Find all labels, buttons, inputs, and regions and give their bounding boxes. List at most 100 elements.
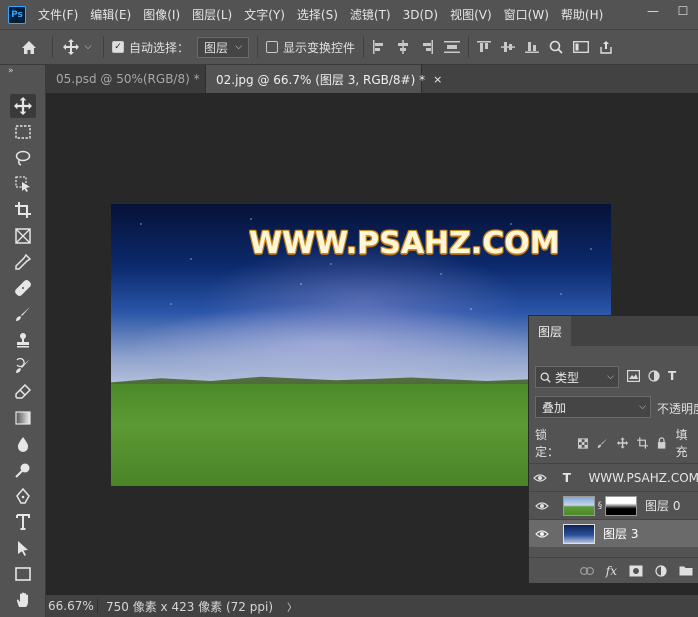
move-tool-icon[interactable] bbox=[61, 39, 81, 55]
minimize-button[interactable]: — bbox=[638, 0, 668, 22]
hand-tool[interactable] bbox=[10, 588, 36, 612]
blend-mode-dropdown[interactable]: 叠加 ⌵ bbox=[535, 396, 651, 418]
pen-tool[interactable] bbox=[10, 484, 36, 508]
menu-layer[interactable]: 图层(L) bbox=[192, 6, 232, 23]
tab-02-jpg[interactable]: 02.jpg @ 66.7% (图层 3, RGB/8#) * × bbox=[206, 65, 442, 93]
show-transform-checkbox[interactable] bbox=[266, 41, 279, 53]
menu-window[interactable]: 窗口(W) bbox=[504, 6, 549, 23]
path-select-tool[interactable] bbox=[10, 536, 36, 560]
text-layer-icon: T bbox=[562, 470, 571, 485]
tools-panel: » bbox=[0, 65, 46, 617]
distribute-icon[interactable] bbox=[444, 40, 461, 54]
move-tool[interactable] bbox=[10, 94, 36, 118]
layer-name: 图层 3 bbox=[603, 527, 639, 541]
zoom-level[interactable]: 66.67% bbox=[46, 599, 98, 613]
chevron-right-icon[interactable]: 〉 bbox=[287, 599, 297, 614]
menu-type[interactable]: 文字(Y) bbox=[244, 6, 285, 23]
filter-value: 类型 bbox=[555, 370, 580, 385]
chevron-down-icon[interactable]: ⌵ bbox=[81, 42, 95, 52]
align-middle-icon[interactable] bbox=[501, 40, 516, 54]
eyedropper-tool[interactable] bbox=[10, 250, 36, 274]
align-left-icon[interactable] bbox=[372, 40, 386, 54]
layer-filter-dropdown[interactable]: 类型 ⌵ bbox=[535, 366, 619, 388]
healing-brush-tool[interactable] bbox=[10, 276, 36, 300]
search-icon[interactable] bbox=[549, 40, 563, 54]
marquee-tool[interactable] bbox=[10, 120, 36, 144]
folder-icon[interactable] bbox=[679, 565, 693, 576]
tab-layers[interactable]: 图层 bbox=[529, 316, 572, 346]
align-top-icon[interactable] bbox=[477, 40, 492, 54]
opacity-label: 不透明度 bbox=[657, 402, 698, 416]
lock-pixels-icon[interactable] bbox=[597, 437, 608, 449]
dodge-tool[interactable] bbox=[10, 458, 36, 482]
gradient-tool[interactable] bbox=[10, 406, 36, 430]
marquee-icon bbox=[15, 125, 31, 139]
visibility-eye-icon[interactable] bbox=[529, 501, 555, 511]
menu-select[interactable]: 选择(S) bbox=[297, 6, 338, 23]
add-mask-icon[interactable] bbox=[629, 565, 643, 577]
align-icons-group bbox=[372, 40, 461, 54]
separator bbox=[103, 36, 104, 58]
workspace-icon[interactable] bbox=[573, 40, 589, 54]
photoshop-logo-icon: Ps bbox=[8, 5, 26, 24]
history-brush-tool[interactable] bbox=[10, 354, 36, 378]
rectangle-icon bbox=[15, 567, 31, 581]
eraser-tool[interactable] bbox=[10, 380, 36, 404]
auto-select-dropdown[interactable]: 图层 ⌵ bbox=[197, 36, 250, 58]
align-bottom-icon[interactable] bbox=[525, 40, 540, 54]
lock-artboard-icon[interactable] bbox=[637, 437, 649, 449]
layer-name: WWW.PSAHZ.COM bbox=[588, 470, 698, 485]
maximize-button[interactable]: ☐ bbox=[668, 0, 698, 22]
visibility-eye-icon[interactable] bbox=[529, 529, 555, 539]
history-brush-icon bbox=[16, 358, 30, 373]
home-icon[interactable] bbox=[14, 40, 44, 55]
collapse-icon[interactable]: » bbox=[8, 66, 14, 76]
stamp-icon bbox=[17, 333, 29, 348]
filter-icons-group: T bbox=[627, 369, 676, 383]
menu-help[interactable]: 帮助(H) bbox=[561, 6, 603, 23]
blur-tool[interactable] bbox=[10, 432, 36, 456]
adjustment-filter-icon[interactable] bbox=[648, 370, 660, 382]
share-icon[interactable] bbox=[599, 40, 613, 54]
lock-transparent-icon[interactable] bbox=[577, 437, 588, 449]
brush-tool[interactable] bbox=[10, 302, 36, 326]
menu-image[interactable]: 图像(I) bbox=[143, 6, 180, 23]
link-layers-icon[interactable] bbox=[579, 566, 594, 575]
menu-filter[interactable]: 滤镜(T) bbox=[350, 6, 391, 23]
image-filter-icon[interactable] bbox=[627, 370, 640, 382]
align-center-icon[interactable] bbox=[396, 40, 410, 54]
object-select-tool[interactable] bbox=[10, 172, 36, 196]
auto-select-value: 图层 bbox=[204, 40, 229, 55]
separator bbox=[52, 36, 53, 58]
bandage-icon bbox=[15, 280, 31, 296]
eyedropper-icon bbox=[15, 254, 31, 270]
close-icon[interactable]: × bbox=[433, 73, 442, 86]
blend-mode-value: 叠加 bbox=[542, 400, 567, 415]
type-tool[interactable] bbox=[10, 510, 36, 534]
frame-tool[interactable] bbox=[10, 224, 36, 248]
layer-row-3[interactable]: 图层 3 bbox=[529, 519, 698, 547]
separator bbox=[468, 36, 470, 58]
tab-05-psd[interactable]: 05.psd @ 50%(RGB/8) * × bbox=[46, 65, 217, 93]
type-icon bbox=[16, 514, 30, 530]
layer-thumbnail bbox=[563, 495, 595, 516]
fx-icon[interactable]: fx bbox=[606, 564, 617, 578]
menu-3d[interactable]: 3D(D) bbox=[403, 8, 438, 22]
visibility-eye-icon[interactable] bbox=[529, 473, 551, 483]
menu-edit[interactable]: 编辑(E) bbox=[90, 6, 131, 23]
lock-all-icon[interactable] bbox=[657, 437, 666, 449]
align-right-icon[interactable] bbox=[420, 40, 434, 54]
auto-select-checkbox[interactable]: ✓ bbox=[112, 41, 124, 53]
menu-file[interactable]: 文件(F) bbox=[38, 6, 78, 23]
layer-row-text[interactable]: T WWW.PSAHZ.COM bbox=[529, 463, 698, 491]
clone-stamp-tool[interactable] bbox=[10, 328, 36, 352]
adjustment-layer-icon[interactable] bbox=[655, 564, 667, 577]
lasso-tool[interactable] bbox=[10, 146, 36, 170]
rectangle-tool[interactable] bbox=[10, 562, 36, 586]
type-filter-icon[interactable]: T bbox=[668, 369, 676, 383]
crop-tool[interactable] bbox=[10, 198, 36, 222]
menu-view[interactable]: 视图(V) bbox=[450, 6, 492, 23]
layer-row-0[interactable]: § 图层 0 bbox=[529, 491, 698, 519]
lock-position-icon[interactable] bbox=[616, 437, 629, 449]
object-select-icon bbox=[15, 176, 30, 192]
